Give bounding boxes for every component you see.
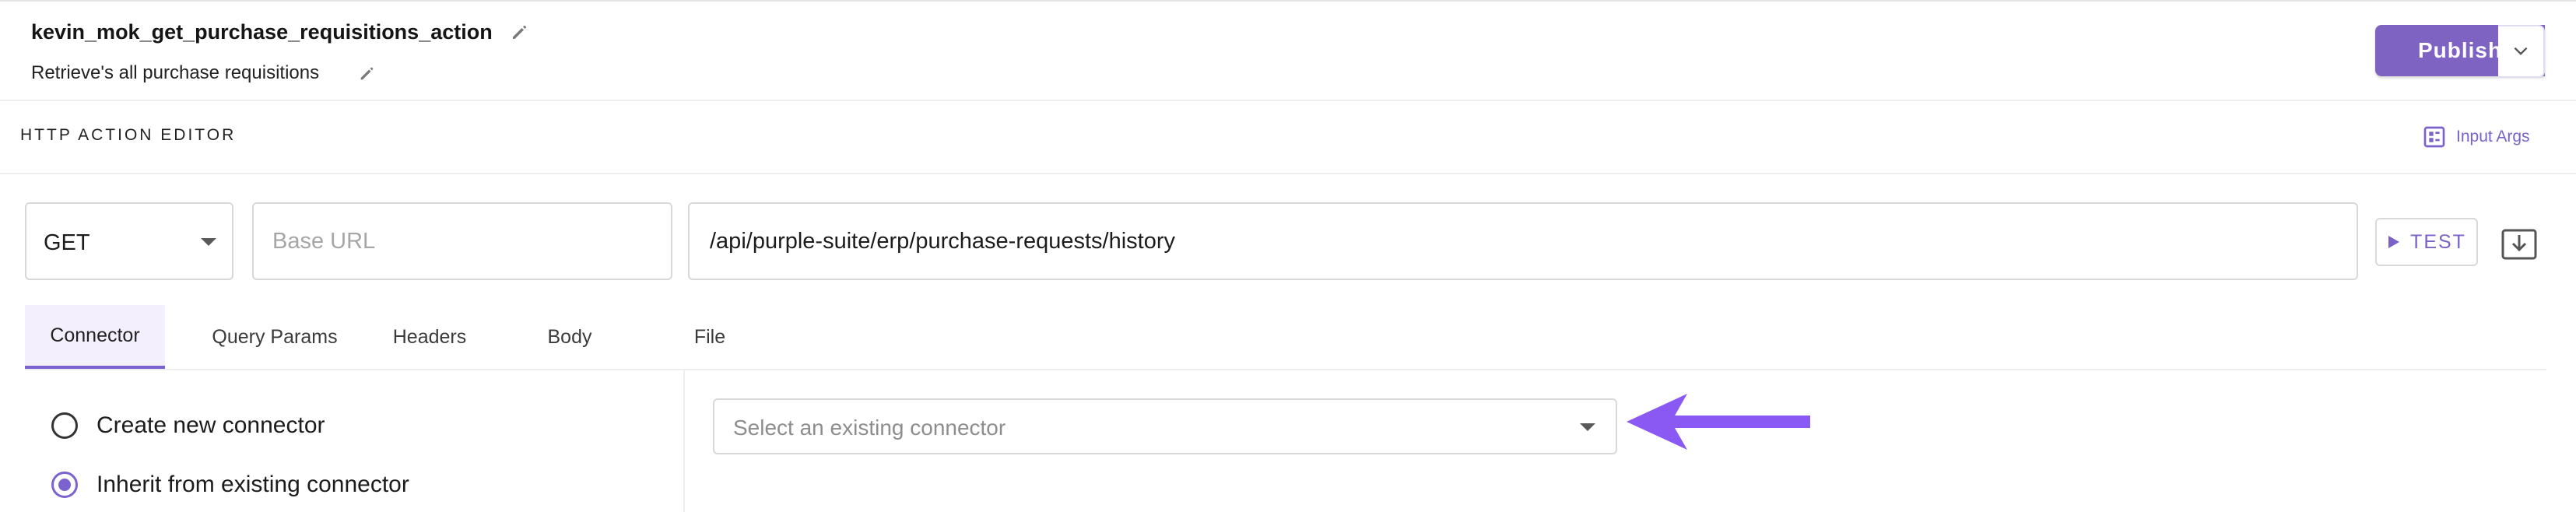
pencil-icon[interactable] [358, 65, 375, 82]
panel-divider [683, 370, 685, 512]
select-placeholder: Select an existing connector [733, 416, 1006, 440]
base-url-input[interactable] [252, 202, 672, 280]
tabs-divider [25, 369, 2546, 370]
radio-checked[interactable] [51, 472, 78, 498]
test-label: TEST [2410, 230, 2466, 253]
caret-down-icon [1580, 423, 1595, 431]
option-create-new-connector[interactable]: Create new connector [51, 412, 325, 439]
action-title: kevin_mok_get_purchase_requisitions_acti… [31, 20, 493, 44]
option-label: Create new connector [97, 412, 325, 438]
method-value: GET [44, 230, 90, 255]
tab-body[interactable]: Body [500, 305, 640, 369]
action-description: Retrieve's all purchase requisitions [31, 62, 320, 83]
radio-unchecked[interactable] [51, 412, 78, 439]
play-icon [2388, 236, 2400, 248]
path-input[interactable] [688, 202, 2358, 280]
download-box-icon[interactable] [2500, 226, 2539, 261]
tab-headers[interactable]: Headers [352, 305, 507, 369]
chevron-down-icon [2514, 47, 2528, 55]
tab-connector[interactable]: Connector [25, 305, 165, 369]
test-button[interactable]: TEST [2375, 218, 2478, 266]
action-header: kevin_mok_get_purchase_requisitions_acti… [0, 2, 2576, 101]
radio-dot [58, 479, 71, 491]
existing-connector-select[interactable]: Select an existing connector [713, 398, 1617, 454]
publish-options-button[interactable] [2498, 25, 2545, 78]
arrow-left-icon [1627, 394, 1810, 450]
input-args-button[interactable]: Input Args [2422, 121, 2530, 153]
caret-down-icon [201, 238, 216, 246]
tab-file[interactable]: File [640, 305, 780, 369]
editor-section-bar: HTTP ACTION EDITOR Input Args [0, 101, 2576, 174]
option-inherit-existing-connector[interactable]: Inherit from existing connector [51, 472, 409, 498]
option-label: Inherit from existing connector [97, 472, 409, 497]
tab-query-params[interactable]: Query Params [177, 305, 372, 369]
input-args-icon [2423, 126, 2445, 148]
method-select[interactable]: GET [25, 202, 233, 280]
pencil-icon[interactable] [510, 23, 528, 42]
section-title: HTTP ACTION EDITOR [20, 126, 237, 144]
input-args-label: Input Args [2456, 128, 2530, 146]
